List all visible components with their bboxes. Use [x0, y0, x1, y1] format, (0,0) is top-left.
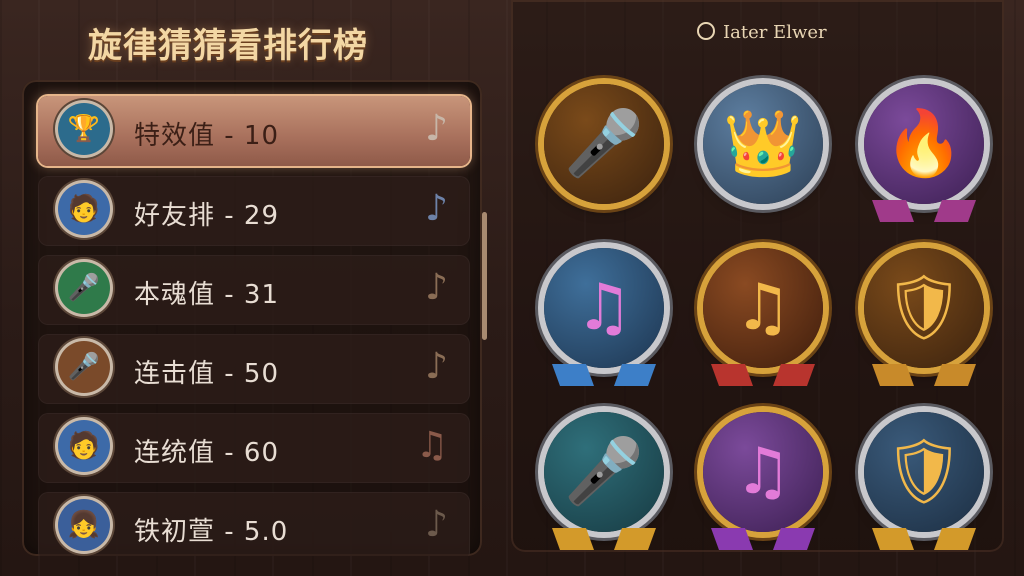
- leaderboard-row[interactable]: 🎤 本魂值 - 31 ♪: [38, 255, 470, 325]
- music-note-icon: ♫: [734, 435, 792, 509]
- purple-note-badge[interactable]: ♫: [703, 412, 823, 550]
- music-note-icon: ♫: [575, 271, 633, 345]
- music-note-icon: ♪: [425, 346, 448, 387]
- music-note-icon: ♫: [415, 425, 448, 466]
- star-shield-icon: 🛡: [883, 435, 965, 509]
- timer: Iater Elwer: [697, 22, 827, 43]
- music-note-badge[interactable]: ♫: [544, 248, 664, 386]
- leaderboard-row[interactable]: 🧑 好友排 - 29 ♪: [38, 176, 470, 246]
- leaderboard-row[interactable]: 👧 铁初萱 - 5.0 ♪: [38, 492, 470, 556]
- microphone-blue-badge[interactable]: 🎤: [544, 412, 664, 550]
- leaderboard-row-label: 铁初萱 - 5.0: [134, 517, 289, 547]
- leaderboard-row-label: 本魂值 - 31: [134, 280, 279, 310]
- boy-avatar: 🧑: [58, 420, 110, 472]
- leaderboard-row[interactable]: 🎤 连击值 - 50 ♪: [38, 334, 470, 404]
- leaderboard-row[interactable]: 🏆 特效值 - 10 ♪: [38, 96, 470, 166]
- microphone-icon: 🎤: [58, 341, 110, 393]
- music-note-icon: ♪: [425, 188, 448, 229]
- leaderboard-panel: 🏆 特效值 - 10 ♪ 🧑 好友排 - 29 ♪ 🎤 本魂值 - 31 ♪ 🎤…: [22, 80, 482, 556]
- music-note-icon: ♪: [425, 108, 448, 149]
- music-note-icon: ♪: [425, 504, 448, 545]
- trophy-icon: 🏆: [58, 103, 110, 155]
- leaderboard-row-label: 特效值 - 10: [134, 121, 279, 151]
- girl-avatar: 👧: [58, 499, 110, 551]
- star-note-badge[interactable]: ♫: [703, 248, 823, 386]
- leaderboard-scrollbar[interactable]: [482, 212, 487, 340]
- leaderboard-row-label: 连统值 - 60: [134, 438, 279, 468]
- leaderboard-row-label: 好友排 - 29: [134, 201, 279, 231]
- shield-badge[interactable]: 🛡: [864, 412, 984, 550]
- microphone-icon: 🎤: [564, 435, 644, 509]
- fire-badge[interactable]: 🔥: [864, 84, 984, 222]
- music-note-icon: ♪: [425, 267, 448, 308]
- boy-avatar: 🧑: [58, 183, 110, 235]
- timer-label: Iater Elwer: [723, 22, 827, 43]
- star-note-icon: ♫: [734, 271, 792, 345]
- leaderboard-row[interactable]: 🧑 连统值 - 60 ♫: [38, 413, 470, 483]
- star-shield-icon: 🛡: [883, 271, 965, 345]
- crown-icon: 👑: [723, 107, 803, 181]
- microphone-icon: 🎤: [564, 107, 644, 181]
- clock-icon: [697, 22, 715, 40]
- microphone-trophy-icon: 🎤: [58, 262, 110, 314]
- leaderboard-title: 旋律猜猜看排行榜: [88, 26, 368, 66]
- leaderboard-row-label: 连击值 - 50: [134, 359, 279, 389]
- fire-icon: 🔥: [884, 107, 964, 181]
- star-shield-badge[interactable]: 🛡: [864, 248, 984, 386]
- microphone-gold-badge[interactable]: 🎤: [544, 84, 664, 204]
- crown-badge[interactable]: 👑: [703, 84, 823, 204]
